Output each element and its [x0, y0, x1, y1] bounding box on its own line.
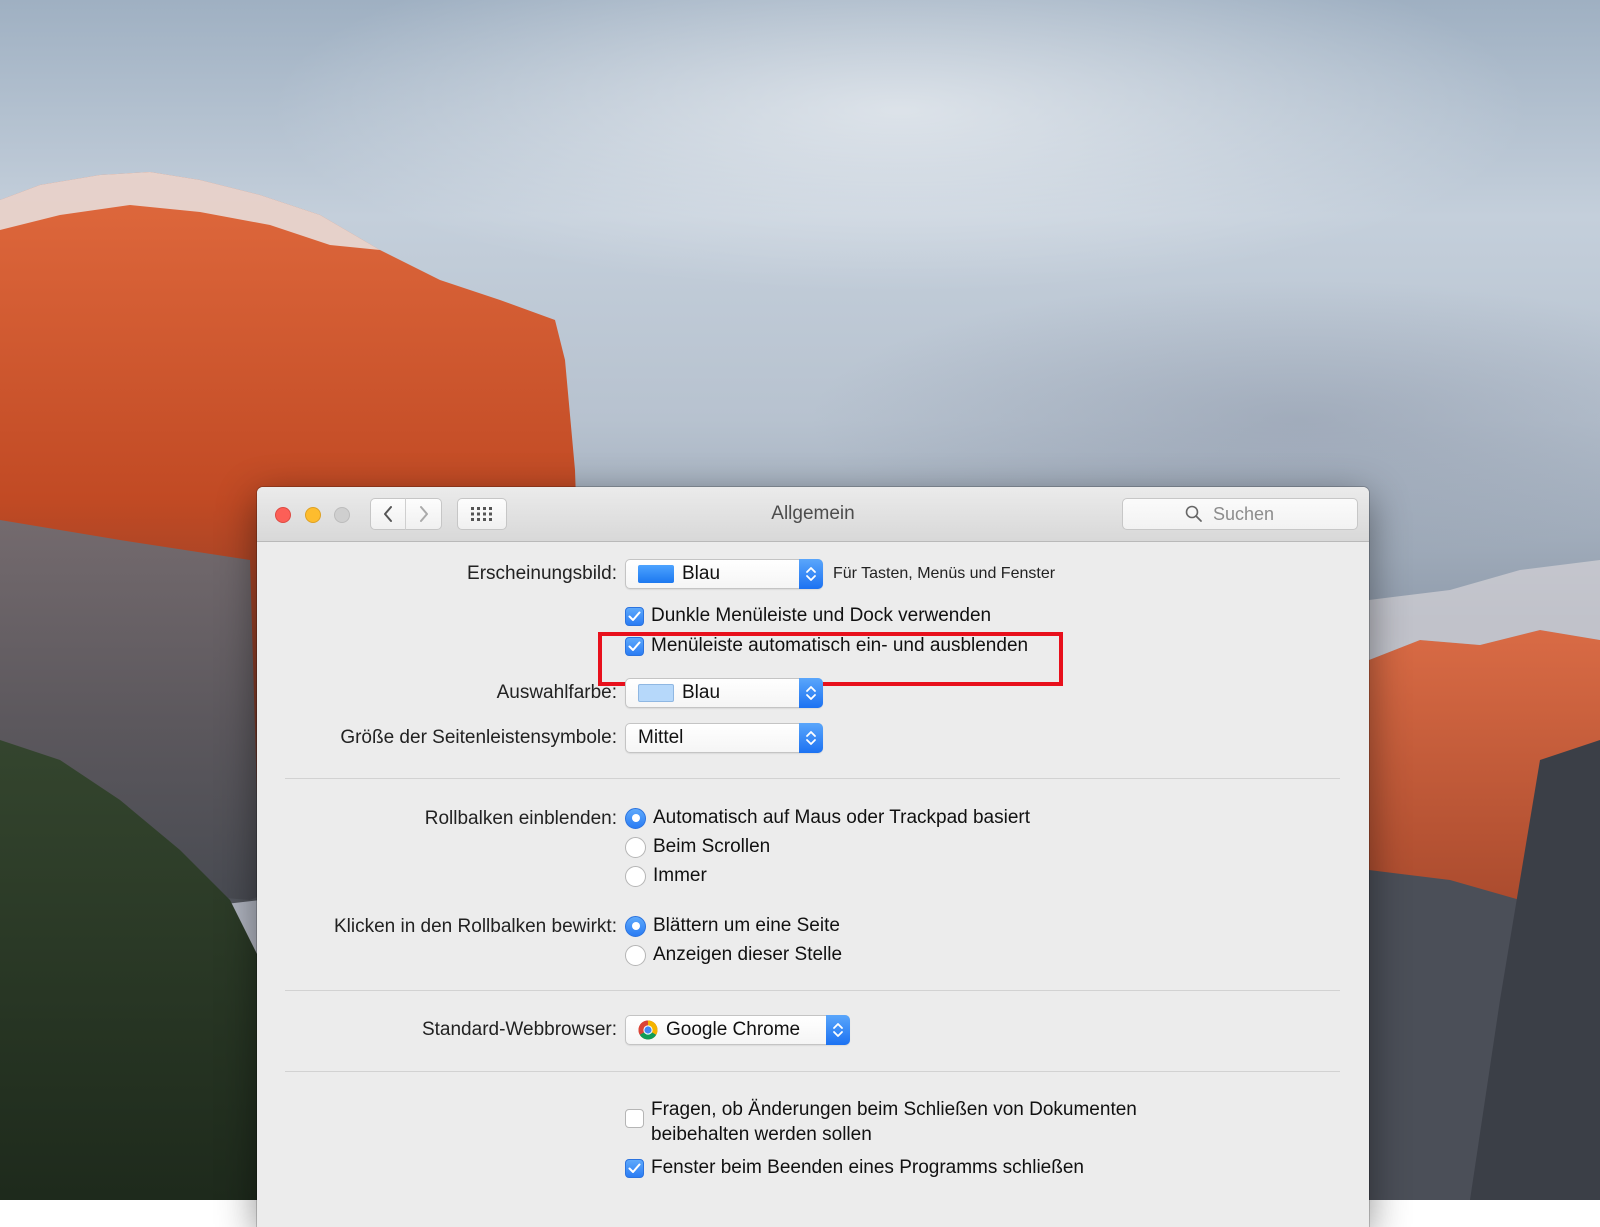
sidebar-size-control: Mittel	[625, 723, 823, 753]
ask-keep-changes-line2: beibehalten werden sollen	[651, 1124, 872, 1145]
autohide-menu-checkbox[interactable]	[625, 636, 644, 656]
scrollbars-option-label: Automatisch auf Maus oder Trackpad basie…	[653, 807, 1031, 828]
section-divider	[285, 1071, 1340, 1072]
sidebar-size-label: Größe der Seitenleistensymbole:	[340, 727, 617, 748]
default-browser-popup-value: Google Chrome	[626, 1019, 800, 1041]
scroll-click-option-page[interactable]: Blättern um eine Seite	[625, 915, 840, 937]
scrollbars-option-always[interactable]: Immer	[625, 865, 707, 887]
appearance-value-text: Blau	[682, 563, 721, 584]
popup-arrows-icon	[799, 723, 823, 753]
scroll-click-option-label: Anzeigen dieser Stelle	[653, 944, 843, 965]
highlight-color-label: Auswahlfarbe:	[496, 682, 617, 703]
search-input[interactable]	[1211, 502, 1295, 526]
popup-arrows-icon	[826, 1015, 850, 1045]
section-divider	[285, 778, 1340, 779]
ask-keep-changes-option[interactable]: Fragen, ob Änderungen beim Schließen von…	[625, 1097, 1137, 1147]
highlight-color-popup-value: Blau	[626, 682, 720, 704]
default-browser-popup[interactable]: Google Chrome	[625, 1015, 850, 1045]
appearance-control: Blau Für Tasten, Menüs und Fenster	[625, 559, 1055, 589]
default-browser-value-text: Google Chrome	[666, 1019, 801, 1040]
appearance-label: Erscheinungsbild:	[467, 563, 617, 584]
appearance-color-swatch	[638, 565, 674, 583]
highlight-color-control: Blau	[625, 678, 823, 708]
scrollbars-option-auto[interactable]: Automatisch auf Maus oder Trackpad basie…	[625, 807, 1030, 829]
close-windows-label: Fenster beim Beenden eines Programms sch…	[651, 1157, 1084, 1178]
default-browser-control: Google Chrome	[625, 1015, 850, 1045]
scroll-click-option-spot[interactable]: Anzeigen dieser Stelle	[625, 944, 842, 966]
popup-arrows-icon	[799, 678, 823, 708]
search-icon	[1185, 505, 1202, 522]
sidebar-size-popup[interactable]: Mittel	[625, 723, 823, 753]
ask-keep-changes-label: Fragen, ob Änderungen beim Schließen von…	[651, 1097, 1137, 1147]
highlight-color-value-text: Blau	[682, 682, 721, 703]
checkmark-icon	[628, 641, 641, 651]
scroll-click-option-label: Blättern um eine Seite	[653, 915, 840, 936]
scrollbars-radio-scrolling[interactable]	[625, 836, 646, 858]
ask-keep-changes-line1: Fragen, ob Änderungen beim Schließen von…	[651, 1099, 1137, 1120]
dark-menu-checkbox[interactable]	[625, 606, 644, 626]
preferences-content: Erscheinungsbild: Blau Für Tasten, Menüs…	[257, 542, 1369, 1227]
checkmark-icon	[628, 1163, 641, 1173]
system-preferences-window: Allgemein Erscheinungsbild: Blau	[257, 487, 1369, 1227]
dark-menu-label: Dunkle Menüleiste und Dock verwenden	[651, 605, 992, 626]
close-windows-option[interactable]: Fenster beim Beenden eines Programms sch…	[625, 1157, 1084, 1179]
appearance-popup[interactable]: Blau	[625, 559, 823, 589]
dark-menu-option[interactable]: Dunkle Menüleiste und Dock verwenden	[625, 605, 991, 627]
appearance-popup-value: Blau	[626, 563, 720, 585]
checkmark-icon	[628, 611, 641, 621]
highlight-color-swatch	[638, 684, 674, 702]
ask-keep-changes-checkbox[interactable]	[625, 1109, 644, 1128]
scrollbars-radio-auto[interactable]	[625, 807, 646, 829]
highlight-color-popup[interactable]: Blau	[625, 678, 823, 708]
default-browser-label: Standard-Webbrowser:	[421, 1019, 617, 1040]
autohide-menu-option[interactable]: Menüleiste automatisch ein- und ausblend…	[625, 635, 1039, 657]
scrollbars-option-label: Immer	[653, 865, 707, 886]
chrome-icon	[638, 1020, 658, 1040]
search-field[interactable]	[1122, 498, 1358, 530]
scroll-click-label: Klicken in den Rollbalken bewirkt:	[333, 916, 617, 937]
popup-arrows-icon	[799, 559, 823, 589]
close-windows-checkbox[interactable]	[625, 1158, 644, 1178]
section-divider	[285, 990, 1340, 991]
scroll-click-radio-spot[interactable]	[625, 944, 646, 966]
scroll-click-radio-page[interactable]	[625, 915, 646, 937]
sidebar-size-value: Mittel	[638, 727, 684, 748]
window-titlebar: Allgemein	[257, 487, 1369, 542]
scrollbars-option-label: Beim Scrollen	[653, 836, 771, 857]
scrollbars-option-scrolling[interactable]: Beim Scrollen	[625, 836, 770, 858]
appearance-hint: Für Tasten, Menüs und Fenster	[833, 565, 1056, 582]
scrollbars-radio-always[interactable]	[625, 865, 646, 887]
scrollbars-label: Rollbalken einblenden:	[424, 808, 617, 829]
autohide-menu-label: Menüleiste automatisch ein- und ausblend…	[651, 635, 1029, 656]
